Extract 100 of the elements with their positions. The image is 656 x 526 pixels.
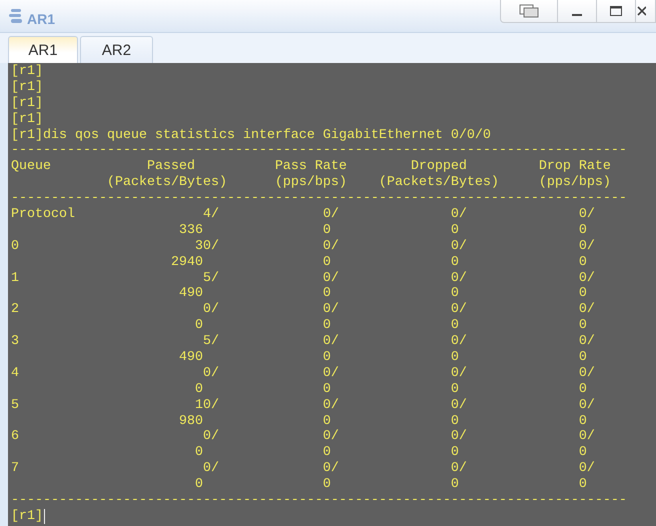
table-cell: 0: [194, 382, 203, 398]
table-cell-text: 0: [450, 414, 459, 429]
table-cell: 0/: [202, 302, 219, 318]
tab[interactable]: AR1: [8, 36, 78, 63]
table-cell: 490: [178, 350, 203, 366]
table-cell: 0: [194, 477, 203, 494]
separator-line: -----------------------------------------------------------------------------: [11, 143, 627, 159]
column-header: (pps/bps): [274, 175, 347, 192]
table-cell: 0/: [450, 398, 467, 414]
table-cell: 5: [11, 398, 19, 414]
table-cell: 0/: [578, 398, 595, 414]
separator-line: -----------------------------------------------------------------------------: [11, 191, 627, 207]
table-cell: 0/: [578, 207, 595, 223]
table-cell: 2940: [170, 254, 203, 271]
table-cell: 0/: [578, 366, 595, 382]
table-cell-text: 0: [578, 445, 587, 461]
table-cell: 0/: [450, 207, 467, 223]
table-cell: 0: [322, 350, 331, 366]
table-cell: 7: [11, 461, 19, 478]
separator-line: -----------------------------------------------------------------------------: [11, 493, 627, 509]
table-cell: 0: [322, 222, 331, 239]
app-logo-icon: [8, 7, 24, 25]
table-cell: 0/: [450, 429, 467, 446]
table-cell: 0: [322, 382, 331, 398]
command-line: [r1]dis qos queue statistics interface GigabitEthernet 0/0/0: [11, 128, 491, 144]
table-cell: 5/: [202, 270, 219, 286]
table-cell-text: 0: [578, 318, 587, 334]
table-cell: 0: [450, 222, 459, 239]
table-cell: 0/: [578, 238, 595, 255]
table-cell: 0/: [450, 461, 467, 478]
table-cell: 0/: [202, 429, 219, 446]
table-cell: 0/: [322, 429, 339, 446]
column-header: (pps/bps): [538, 175, 611, 192]
table-cell: 0/: [450, 302, 467, 318]
table-cell: 0/: [322, 334, 339, 350]
prompt-text: [r1]: [11, 80, 43, 96]
table-cell-text: 0: [322, 414, 331, 429]
table-cell: 0/: [322, 461, 339, 478]
prompt-text: [r1]: [11, 112, 43, 128]
minimize-icon: [572, 14, 582, 16]
table-cell-text: 0: [322, 286, 331, 302]
table-cell-text: 0: [450, 286, 459, 302]
table-cell: 0: [450, 382, 459, 398]
column-header: Dropped: [410, 159, 467, 175]
table-cell-text: 0: [450, 318, 459, 334]
text-cursor: [44, 508, 45, 524]
table-cell: 0: [578, 254, 587, 271]
table-cell: 490: [178, 286, 203, 302]
prompt-text: [r1]: [11, 96, 43, 112]
window-title: AR1: [27, 11, 56, 27]
table-cell: 0/: [578, 429, 595, 446]
table-cell: 0: [450, 254, 459, 271]
table-cell-text: 0: [578, 286, 587, 302]
close-icon: [636, 4, 646, 18]
table-cell: 980: [178, 414, 203, 430]
table-cell: 0/: [322, 398, 339, 414]
table-cell: 4/: [202, 207, 219, 223]
table-cell-text: 0: [450, 445, 459, 461]
table-cell: 0/: [578, 461, 595, 478]
table-cell-text: 0: [578, 414, 587, 429]
table-cell: 0: [11, 238, 19, 255]
table-cell: 1: [11, 270, 19, 286]
table-cell: 0: [450, 350, 459, 366]
table-cell: 0/: [578, 270, 595, 286]
table-cell: 0/: [322, 302, 339, 318]
table-cell: 0/: [450, 366, 467, 382]
table-cell: 0/: [322, 270, 339, 286]
table-cell: 0: [322, 477, 331, 494]
table-cell: 0/: [322, 366, 339, 382]
table-cell-text: 0: [322, 445, 331, 461]
table-cell: 0: [578, 350, 587, 366]
column-header: Pass Rate: [274, 159, 347, 175]
tab[interactable]: AR2: [80, 36, 153, 63]
prompt-text: [r1]: [11, 508, 43, 525]
table-cell: 0/: [322, 207, 339, 223]
table-cell: Protocol: [11, 207, 75, 223]
table-cell: 0: [450, 477, 459, 494]
table-cell: 0/: [578, 302, 595, 318]
column-header: (Packets/Bytes): [106, 175, 227, 192]
table-cell: 10/: [194, 398, 219, 414]
column-header: Queue: [11, 159, 51, 176]
table-cell: 0: [578, 222, 587, 239]
table-cell: 6: [11, 429, 19, 446]
table-cell: 3: [11, 334, 19, 350]
table-cell: 0/: [450, 270, 467, 286]
table-cell: 2: [11, 302, 19, 318]
column-header: Passed: [146, 159, 195, 175]
column-header: Drop Rate: [538, 159, 611, 175]
table-cell-text: 0: [322, 318, 331, 334]
table-cell: 30/: [194, 238, 219, 255]
column-header: (Packets/Bytes): [378, 175, 499, 192]
table-cell: 0/: [450, 334, 467, 350]
table-cell: 0/: [202, 366, 219, 382]
maximize-icon: [609, 4, 623, 18]
table-cell: 0/: [202, 461, 219, 478]
table-cell: 336: [178, 222, 203, 239]
table-cell: 5/: [202, 334, 219, 350]
table-cell: 0: [578, 382, 587, 398]
table-cell: 0: [578, 477, 587, 494]
table-cell: 4: [11, 366, 19, 382]
